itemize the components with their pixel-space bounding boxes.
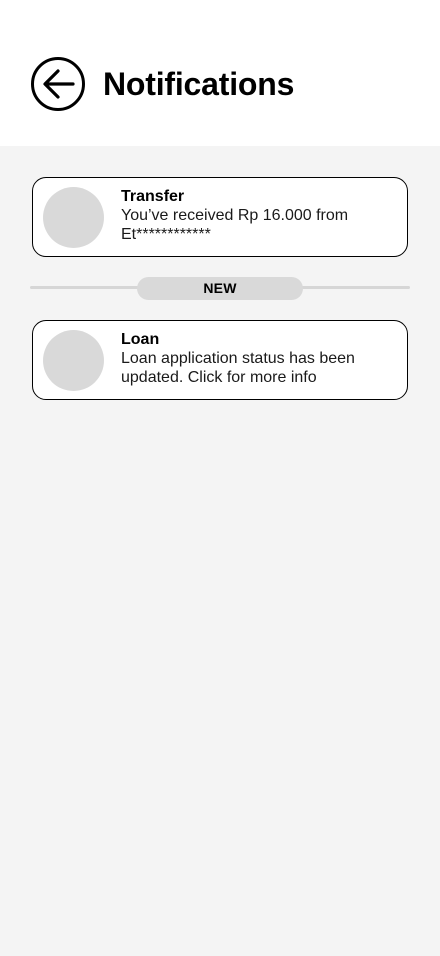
page-title: Notifications xyxy=(103,66,295,102)
avatar xyxy=(43,187,104,248)
notification-card-transfer[interactable]: Transfer You’ve received Rp 16.000 from … xyxy=(32,177,408,257)
arrow-left-icon xyxy=(43,69,75,99)
notification-title: Loan xyxy=(121,331,160,348)
notification-card-loan[interactable]: Loan Loan application status has been up… xyxy=(32,320,408,400)
notification-title: Transfer xyxy=(121,188,185,205)
notification-message: You’ve received Rp 16.000 from Et*******… xyxy=(121,207,349,243)
avatar xyxy=(43,330,104,391)
notification-message: Loan application status has been updated… xyxy=(121,350,355,386)
new-badge: NEW xyxy=(137,277,303,300)
back-button[interactable] xyxy=(31,57,85,111)
header: Notifications xyxy=(0,0,440,146)
